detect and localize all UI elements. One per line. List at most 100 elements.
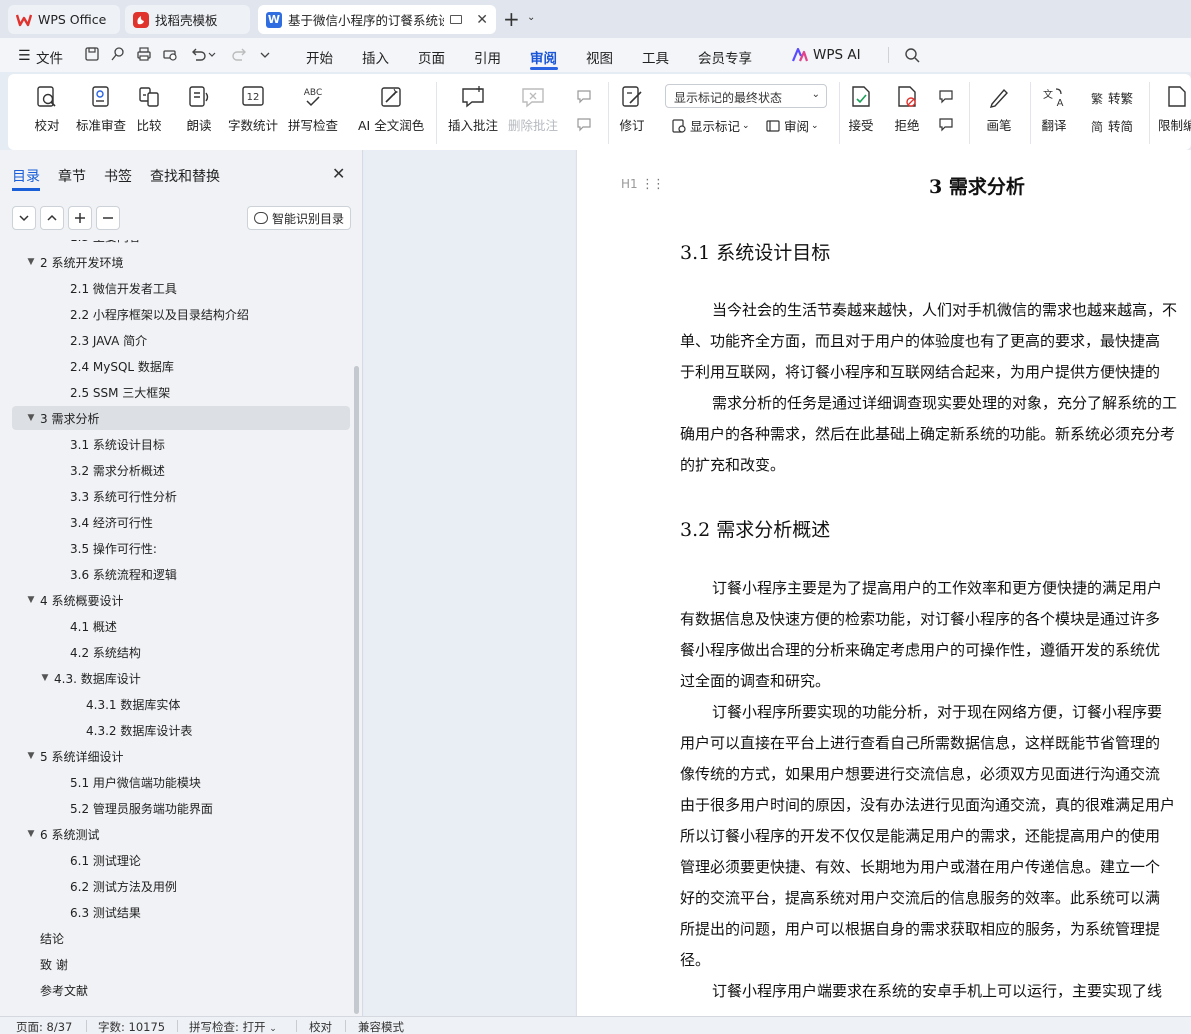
toc-item[interactable]: 2.3 JAVA 简介 bbox=[12, 328, 350, 352]
expand-triangle-icon[interactable]: ▼ bbox=[24, 751, 38, 761]
toc-item[interactable]: 6.3 测试结果 bbox=[12, 900, 350, 924]
tab-find-replace[interactable]: 查找和替换 bbox=[150, 166, 220, 186]
drag-handle-icon[interactable]: ⋮⋮ bbox=[641, 177, 665, 192]
menu-insert[interactable]: 插入 bbox=[362, 47, 389, 67]
toc-item[interactable]: ▼ 4 系统概要设计 bbox=[12, 588, 350, 612]
save-icon[interactable] bbox=[84, 46, 100, 62]
proof-button[interactable]: 校对 bbox=[34, 84, 60, 134]
collapse-chevron-up-icon[interactable] bbox=[40, 206, 64, 230]
page-indicator[interactable]: 页面: 8/37 bbox=[16, 1019, 72, 1034]
toc-item[interactable]: 结论 bbox=[12, 926, 350, 950]
remove-heading-minus-icon[interactable] bbox=[96, 206, 120, 230]
toc-item[interactable]: ▼ 3 需求分析 bbox=[12, 406, 350, 430]
accept-button[interactable]: 接受 bbox=[848, 84, 874, 134]
ai-polish-button[interactable]: AI 全文润色 bbox=[358, 84, 424, 134]
show-markup-button[interactable]: 显示标记 ⌄ bbox=[671, 116, 750, 135]
word-count[interactable]: 字数: 10175 bbox=[98, 1019, 165, 1034]
next-change-icon[interactable] bbox=[938, 116, 957, 132]
markup-mode-select[interactable]: 显示标记的最终状态 ⌄ bbox=[665, 84, 827, 108]
document-page[interactable]: H1 ⋮⋮ 3 需求分析 3.1 系统设计目标 当今社会的生活节奏越来越快，人们… bbox=[576, 150, 1191, 1016]
next-comment-icon[interactable] bbox=[576, 116, 595, 132]
tab-chapters[interactable]: 章节 bbox=[58, 166, 86, 186]
chevron-down-icon[interactable]: ⌄ bbox=[527, 12, 535, 23]
toc-item[interactable]: 3.1 系统设计目标 bbox=[12, 432, 350, 456]
menu-member[interactable]: 会员专享 bbox=[698, 47, 752, 67]
scrollbar-thumb[interactable] bbox=[354, 366, 359, 1014]
hamburger-icon[interactable]: ☰ bbox=[18, 48, 31, 64]
insert-comment-button[interactable]: 插入批注 bbox=[448, 84, 498, 134]
output-icon[interactable] bbox=[110, 46, 126, 62]
menu-home[interactable]: 开始 bbox=[306, 47, 333, 67]
toc-item[interactable]: 1.3 主要内容 bbox=[12, 240, 350, 248]
toc-item[interactable]: 3.2 需求分析概述 bbox=[12, 458, 350, 482]
monitor-icon[interactable] bbox=[450, 15, 462, 24]
tab-wps-office[interactable]: WPS Office bbox=[8, 5, 120, 34]
menu-references[interactable]: 引用 bbox=[474, 47, 501, 67]
print-preview-icon[interactable] bbox=[162, 46, 178, 62]
expand-triangle-icon[interactable]: ▼ bbox=[24, 829, 38, 839]
toc-item[interactable]: 3.4 经济可行性 bbox=[12, 510, 350, 534]
toc-item[interactable]: 6.2 测试方法及用例 bbox=[12, 874, 350, 898]
toc-item[interactable]: ▼ 4.3. 数据库设计 bbox=[12, 666, 350, 690]
proof-status[interactable]: 校对 bbox=[309, 1019, 332, 1034]
more-chevron-down-icon[interactable] bbox=[258, 46, 272, 62]
toc-item[interactable]: 4.1 概述 bbox=[12, 614, 350, 638]
tab-current-document[interactable]: W 基于微信小程序的订餐系统设 ✕ bbox=[258, 5, 496, 34]
toc-item[interactable]: 4.3.1 数据库实体 bbox=[12, 692, 350, 716]
toc-item[interactable]: 致 谢 bbox=[12, 952, 350, 976]
toc-item[interactable]: 4.2 系统结构 bbox=[12, 640, 350, 664]
translate-button[interactable]: 文A 翻译 bbox=[1041, 84, 1067, 134]
prev-comment-icon[interactable] bbox=[576, 88, 595, 104]
spell-check-status[interactable]: 拼写检查: 打开 ⌄ bbox=[189, 1019, 277, 1034]
toc-item[interactable]: 2.2 小程序框架以及目录结构介绍 bbox=[12, 302, 350, 326]
to-simplified-button[interactable]: 简 转简 bbox=[1089, 116, 1133, 135]
wps-ai-icon[interactable] bbox=[792, 48, 808, 62]
toc-item[interactable]: ▼ 5 系统详细设计 bbox=[12, 744, 350, 768]
toc-item[interactable]: 4.3.2 数据库设计表 bbox=[12, 718, 350, 742]
tab-bookmarks[interactable]: 书签 bbox=[104, 166, 132, 186]
toc-item[interactable]: 3.6 系统流程和逻辑 bbox=[12, 562, 350, 586]
delete-comment-button[interactable]: 删除批注 bbox=[508, 84, 558, 134]
menu-tools[interactable]: 工具 bbox=[642, 47, 669, 67]
revise-button[interactable]: 修订 bbox=[619, 84, 645, 134]
expand-triangle-icon[interactable]: ▼ bbox=[24, 413, 38, 423]
read-aloud-button[interactable]: 朗读 bbox=[186, 84, 212, 134]
menu-page[interactable]: 页面 bbox=[418, 47, 445, 67]
new-tab-plus-icon[interactable]: + bbox=[503, 8, 520, 30]
expand-triangle-icon[interactable]: ▼ bbox=[24, 595, 38, 605]
tab-toc[interactable]: 目录 bbox=[12, 166, 40, 186]
prev-change-icon[interactable] bbox=[938, 88, 957, 104]
compare-button[interactable]: 比较 bbox=[136, 84, 162, 134]
menu-wps-ai[interactable]: WPS AI bbox=[813, 47, 861, 63]
toc-item[interactable]: 3.3 系统可行性分析 bbox=[12, 484, 350, 508]
toc-item[interactable]: 参考文献 bbox=[12, 978, 350, 1002]
pen-button[interactable]: 画笔 bbox=[986, 84, 1012, 134]
smart-toc-button[interactable]: 智能识别目录 bbox=[247, 206, 351, 230]
menu-file[interactable]: 文件 bbox=[36, 47, 63, 67]
close-icon[interactable]: ✕ bbox=[476, 12, 488, 28]
toc-item[interactable]: 2.1 微信开发者工具 bbox=[12, 276, 350, 300]
toc-item[interactable]: 2.5 SSM 三大框架 bbox=[12, 380, 350, 404]
toc-item[interactable]: 2.4 MySQL 数据库 bbox=[12, 354, 350, 378]
restrict-edit-button[interactable]: 限制编 bbox=[1158, 84, 1191, 134]
expand-all-chevron-down-icon[interactable] bbox=[12, 206, 36, 230]
toc-item[interactable]: ▼ 6 系统测试 bbox=[12, 822, 350, 846]
print-icon[interactable] bbox=[136, 46, 152, 62]
add-heading-plus-icon[interactable] bbox=[68, 206, 92, 230]
word-count-button[interactable]: 12 字数统计 bbox=[228, 84, 278, 134]
spell-check-button[interactable]: ABC 拼写检查 bbox=[288, 84, 338, 134]
search-icon[interactable] bbox=[904, 47, 920, 63]
toc-item[interactable]: ▼ 2 系统开发环境 bbox=[12, 250, 350, 274]
menu-review[interactable]: 审阅 bbox=[530, 47, 557, 67]
toc-item[interactable]: 6.1 测试理论 bbox=[12, 848, 350, 872]
reject-button[interactable]: 拒绝 bbox=[894, 84, 920, 134]
toc-item[interactable]: 5.2 管理员服务端功能界面 bbox=[12, 796, 350, 820]
to-traditional-button[interactable]: 繁 转繁 bbox=[1089, 88, 1133, 107]
tab-docer-templates[interactable]: 找稻壳模板 bbox=[125, 5, 250, 34]
redo-icon[interactable] bbox=[232, 46, 248, 62]
standard-review-button[interactable]: 标准审查 bbox=[76, 84, 126, 134]
expand-triangle-icon[interactable]: ▼ bbox=[38, 673, 52, 683]
toc-item[interactable]: 3.5 操作可行性: bbox=[12, 536, 350, 560]
expand-triangle-icon[interactable]: ▼ bbox=[24, 257, 38, 267]
review-pane-button[interactable]: 审阅 ⌄ bbox=[765, 116, 819, 135]
